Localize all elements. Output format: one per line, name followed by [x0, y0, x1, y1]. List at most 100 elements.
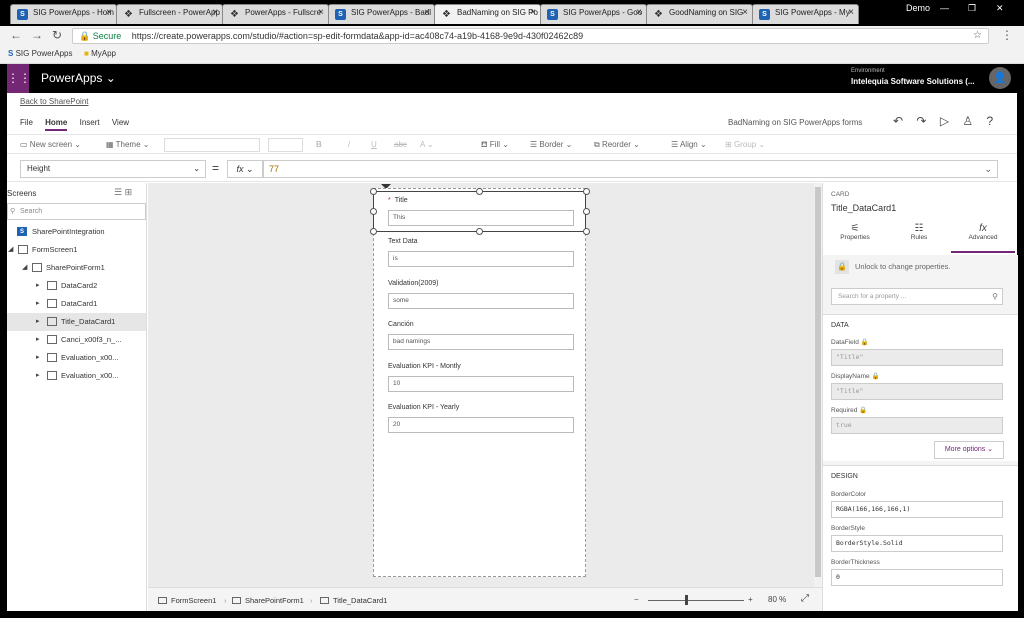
sharepoint-form[interactable]: * Title This Text Data is Validation(2009…: [373, 188, 586, 577]
tab-rules[interactable]: ☷ Rules: [887, 221, 951, 253]
browser-tab[interactable]: ❖ GoodNaming on SIG ×: [646, 4, 753, 24]
grid-view-icon[interactable]: ⊞: [125, 187, 133, 197]
tree-item-evaluation-card[interactable]: ▸ Evaluation_x00...: [7, 367, 146, 385]
tree-item-formscreen1[interactable]: ◢ FormScreen1: [7, 241, 146, 259]
crumb-sharepointform1[interactable]: SharePointForm1: [232, 596, 304, 605]
group-button[interactable]: ⊞ Group ⌄: [725, 140, 765, 149]
app-title[interactable]: PowerApps ⌄: [41, 71, 116, 85]
strikethrough-button[interactable]: abc: [394, 140, 407, 149]
resize-handle[interactable]: [583, 188, 590, 195]
tree-item-datacard1[interactable]: ▸ DataCard1: [7, 295, 146, 313]
scrollbar-thumb[interactable]: [815, 187, 821, 577]
restore-icon[interactable]: ❐: [968, 3, 976, 14]
close-icon[interactable]: ×: [636, 7, 642, 18]
zoom-in-button[interactable]: +: [748, 595, 753, 604]
browser-tab[interactable]: S SIG PowerApps - Hom ×: [10, 4, 117, 24]
font-size-select[interactable]: [268, 138, 303, 152]
tab-file[interactable]: File: [20, 118, 33, 127]
tree-item-datacard2[interactable]: ▸ DataCard2: [7, 277, 146, 295]
crumb-title-datacard1[interactable]: Title_DataCard1: [320, 596, 387, 605]
form-card-validation[interactable]: Validation(2009) some: [388, 280, 574, 309]
close-icon[interactable]: ×: [212, 7, 218, 18]
tab-advanced[interactable]: fx Advanced: [951, 221, 1015, 253]
unlock-button[interactable]: 🔒 Unlock to change properties.: [831, 255, 1003, 279]
bordercolor-input[interactable]: RGBA(166,166,166,1): [831, 501, 1003, 518]
resize-handle[interactable]: [476, 188, 483, 195]
card-input[interactable]: bad namings: [388, 334, 574, 350]
close-icon[interactable]: ×: [424, 7, 430, 18]
card-input[interactable]: 20: [388, 417, 574, 433]
property-search-input[interactable]: Search for a property ... ⚲: [831, 288, 1003, 305]
fill-button[interactable]: ⛾ Fill ⌄: [481, 140, 509, 150]
font-family-select[interactable]: [164, 138, 260, 152]
close-icon[interactable]: ×: [742, 7, 748, 18]
card-input[interactable]: some: [388, 293, 574, 309]
bold-button[interactable]: B: [316, 140, 322, 149]
more-options-button[interactable]: More options ⌄: [934, 441, 1004, 459]
italic-button[interactable]: /: [348, 140, 350, 149]
tab-view[interactable]: View: [112, 118, 129, 127]
underline-button[interactable]: U: [371, 140, 377, 149]
theme-button[interactable]: ▦ Theme ⌄: [106, 140, 149, 149]
border-button[interactable]: ☰ Border ⌄: [530, 140, 572, 149]
undo-icon[interactable]: ↶: [893, 114, 903, 128]
new-screen-button[interactable]: ▭ New screen ⌄: [20, 140, 81, 149]
property-select[interactable]: Height ⌄: [20, 160, 206, 178]
tree-item-sharepointform1[interactable]: ◢ SharePointForm1: [7, 259, 146, 277]
crumb-formscreen1[interactable]: FormScreen1: [158, 596, 216, 605]
browser-tab[interactable]: S SIG PowerApps - Goo ×: [540, 4, 647, 24]
close-icon[interactable]: ×: [106, 7, 112, 18]
close-icon[interactable]: ×: [530, 7, 536, 18]
browser-tab-active[interactable]: ❖ BadNaming on SIG Po ×: [434, 4, 541, 24]
user-icon[interactable]: ♙: [962, 114, 973, 128]
tree-item-cancion-card[interactable]: ▸ Canci_x00f3_n_...: [7, 331, 146, 349]
zoom-slider[interactable]: [648, 600, 744, 601]
zoom-out-button[interactable]: −: [634, 595, 639, 604]
control-name[interactable]: Title_DataCard1: [831, 203, 896, 213]
form-card-kpi-montly[interactable]: Evaluation KPI - Montly 10: [388, 363, 574, 392]
close-icon[interactable]: ×: [318, 7, 324, 18]
browser-tab[interactable]: S SIG PowerApps - Badl ×: [328, 4, 435, 24]
environment-name[interactable]: Intelequia Software Solutions (...: [851, 77, 975, 86]
redo-icon[interactable]: ↷: [916, 114, 926, 128]
card-input[interactable]: 10: [388, 376, 574, 392]
resize-handle[interactable]: [583, 208, 590, 215]
browser-tab[interactable]: S SIG PowerApps - My ×: [752, 4, 859, 24]
borderstyle-input[interactable]: BorderStyle.Solid: [831, 535, 1003, 552]
resize-handle[interactable]: [370, 228, 377, 235]
star-icon[interactable]: ☆: [973, 29, 982, 43]
tab-home[interactable]: Home: [45, 118, 68, 131]
tab-properties[interactable]: ⚟ Properties: [823, 221, 887, 253]
borderthickness-input[interactable]: 0: [831, 569, 1003, 586]
tree-search-input[interactable]: ⚲ Search: [7, 203, 146, 220]
forward-arrow-icon[interactable]: →: [31, 28, 43, 42]
help-icon[interactable]: ?: [987, 114, 994, 128]
url-input[interactable]: 🔒 Secure https://create.powerapps.com/st…: [72, 28, 989, 44]
minimize-icon[interactable]: —: [940, 3, 949, 13]
resize-handle[interactable]: [370, 208, 377, 215]
datafield-input[interactable]: "Title": [831, 349, 1003, 366]
app-launcher-icon[interactable]: ⋮⋮: [7, 64, 31, 93]
tree-item-title-datacard1[interactable]: ▸ Title_DataCard1: [7, 313, 146, 331]
resize-handle[interactable]: [583, 228, 590, 235]
close-icon[interactable]: ×: [848, 7, 854, 18]
form-card-cancion[interactable]: Canción bad namings: [388, 321, 574, 350]
form-card-text-data[interactable]: Text Data is: [388, 238, 574, 267]
canvas-scrollbar[interactable]: [814, 183, 822, 587]
reorder-button[interactable]: ⧉ Reorder ⌄: [594, 140, 640, 150]
play-icon[interactable]: ▷: [940, 114, 949, 128]
card-input[interactable]: is: [388, 251, 574, 267]
displayname-input[interactable]: "Title": [831, 383, 1003, 400]
back-to-sharepoint-link[interactable]: Back to SharePoint: [20, 97, 88, 106]
list-view-icon[interactable]: ☰: [114, 187, 122, 197]
browser-tab[interactable]: ❖ Fullscreen - PowerApp ×: [116, 4, 223, 24]
profile-name[interactable]: Demo: [906, 3, 930, 13]
zoom-slider-handle[interactable]: [685, 595, 689, 605]
fx-button[interactable]: fx ⌄: [227, 160, 263, 178]
tab-insert[interactable]: Insert: [80, 118, 100, 127]
avatar[interactable]: 👤: [989, 67, 1011, 89]
font-color-button[interactable]: A ⌄: [420, 140, 434, 149]
tree-item-evaluation-card[interactable]: ▸ Evaluation_x00...: [7, 349, 146, 367]
form-card-kpi-yearly[interactable]: Evaluation KPI - Yearly 20: [388, 404, 574, 433]
resize-handle[interactable]: [476, 228, 483, 235]
